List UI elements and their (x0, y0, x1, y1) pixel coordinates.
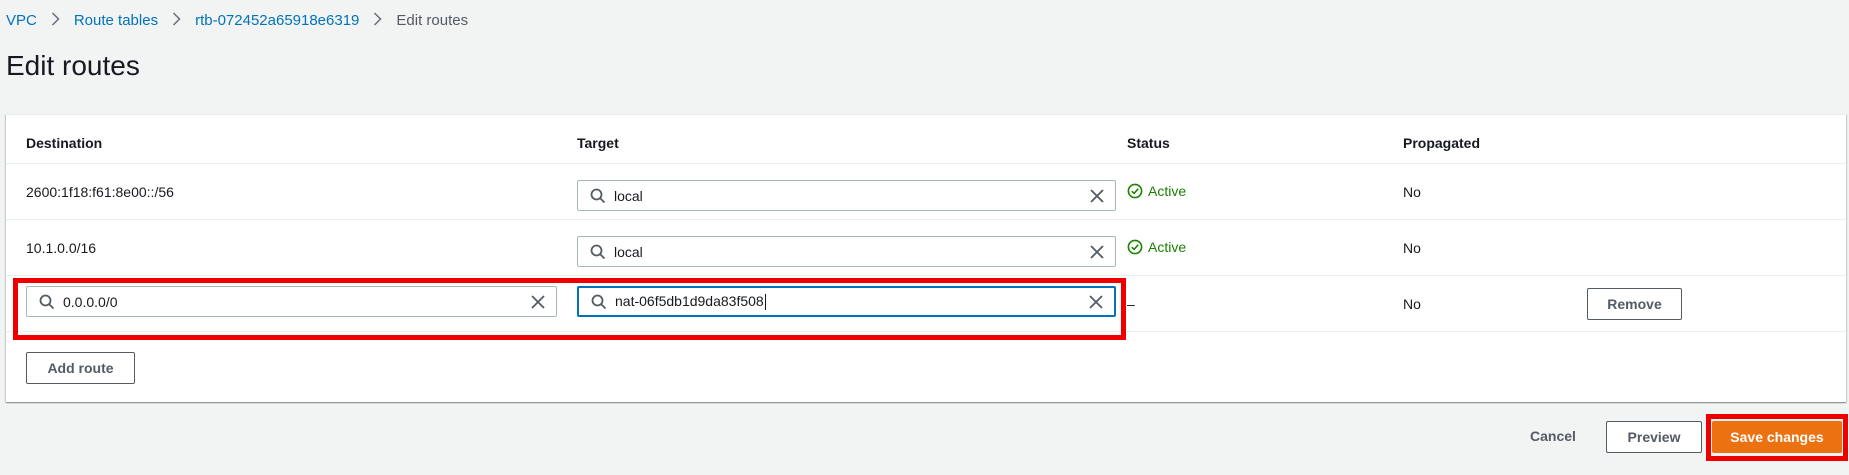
cancel-button[interactable]: Cancel (1530, 428, 1576, 444)
header-target: Target (577, 135, 619, 151)
chevron-right-icon (51, 11, 60, 29)
close-icon[interactable] (530, 294, 546, 310)
chevron-right-icon (373, 11, 382, 29)
target-input[interactable]: local (577, 180, 1116, 211)
search-icon (590, 244, 606, 259)
breadcrumb-route-tables[interactable]: Route tables (74, 12, 158, 29)
breadcrumb-current: Edit routes (396, 11, 469, 29)
target-value: local (614, 187, 643, 204)
search-icon (590, 188, 606, 203)
header-status: Status (1127, 135, 1170, 151)
status-text: Active (1148, 239, 1187, 255)
routes-panel: Destination Target Status Propagated 260… (6, 114, 1846, 402)
check-circle-icon (1127, 239, 1143, 255)
target-text: nat-06f5db1d9da83f508 (615, 292, 764, 309)
close-icon[interactable] (1089, 244, 1105, 260)
destination-input[interactable]: 0.0.0.0/0 (26, 286, 557, 317)
remove-button[interactable]: Remove (1587, 288, 1682, 320)
target-value: local (614, 243, 643, 260)
breadcrumb: VPC Route tables rtb-072452a65918e6319 E… (6, 10, 468, 30)
header-propagated: Propagated (1403, 135, 1481, 151)
search-icon (39, 294, 55, 309)
destination-value: 2600:1f18:f61:8e00::/56 (26, 184, 174, 200)
breadcrumb-vpc[interactable]: VPC (6, 12, 37, 29)
table-header: Destination Target Status Propagated (6, 115, 1846, 164)
target-input[interactable]: local (577, 236, 1116, 267)
page-title: Edit routes (6, 50, 140, 81)
status-badge: Active (1127, 239, 1186, 255)
close-icon[interactable] (1089, 188, 1105, 204)
save-changes-button[interactable]: Save changes (1712, 421, 1842, 453)
status-text: Active (1148, 183, 1187, 199)
status-badge: Active (1127, 183, 1186, 199)
header-destination: Destination (26, 135, 103, 151)
search-icon (591, 294, 607, 309)
destination-value: 0.0.0.0/0 (63, 293, 118, 310)
status-value: – (1127, 296, 1135, 312)
close-icon[interactable] (1088, 294, 1104, 310)
target-input[interactable]: nat-06f5db1d9da83f508 (577, 286, 1116, 317)
propagated-value: No (1403, 296, 1421, 312)
table-row: 2600:1f18:f61:8e00::/56 local Active No (6, 164, 1846, 220)
table-row: 0.0.0.0/0 nat-06f5db1d9da83f508 – No Rem… (6, 276, 1846, 332)
add-route-button[interactable]: Add route (26, 352, 135, 384)
propagated-value: No (1403, 184, 1421, 200)
check-circle-icon (1127, 183, 1143, 199)
preview-button[interactable]: Preview (1606, 421, 1702, 453)
chevron-right-icon (172, 11, 181, 29)
destination-value: 10.1.0.0/16 (26, 240, 97, 256)
table-row: 10.1.0.0/16 local Active No (6, 220, 1846, 276)
breadcrumb-route-table-id[interactable]: rtb-072452a65918e6319 (195, 12, 359, 29)
propagated-value: No (1403, 240, 1421, 256)
target-value: nat-06f5db1d9da83f508 (615, 292, 1088, 311)
text-caret (764, 294, 766, 311)
